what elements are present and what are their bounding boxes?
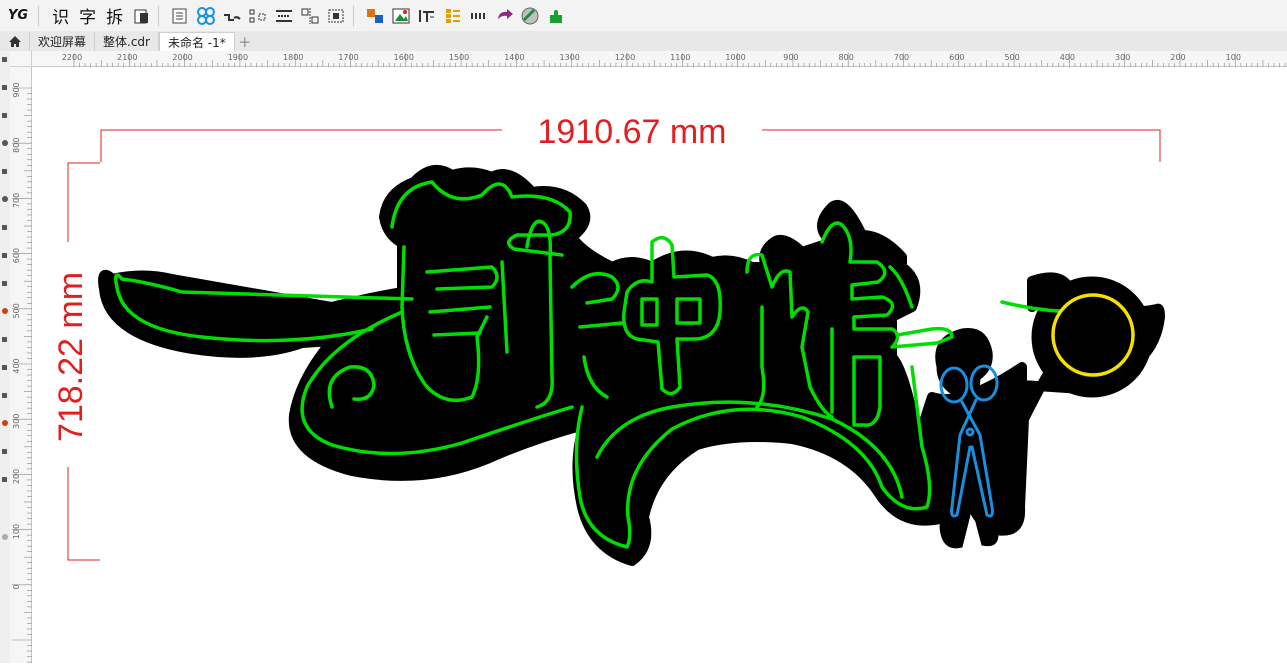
home-icon: [8, 36, 21, 47]
logo-black-base[interactable]: [98, 164, 1165, 566]
ruler-label: 700: [894, 53, 909, 62]
color-fill-icon[interactable]: [364, 5, 386, 27]
vertical-ruler[interactable]: 900 800 700 600 500 400 300 200 100 0: [10, 67, 32, 663]
height-dimension-label[interactable]: 718.22 mm: [52, 272, 90, 442]
ruler-label: 900: [12, 82, 21, 97]
recognize-button[interactable]: 识: [49, 4, 72, 28]
ruler-label: 800: [839, 53, 854, 62]
yg-logo-button[interactable]: YG: [4, 4, 32, 28]
ruler-label: 600: [949, 53, 964, 62]
dots-grid-icon[interactable]: [468, 5, 490, 27]
ruler-label: 1000: [725, 53, 745, 62]
tab-untitled[interactable]: 未命名 -1*: [158, 32, 235, 51]
ruler-label: 100: [12, 524, 21, 539]
ruler-label: 800: [12, 138, 21, 153]
ruler-corner[interactable]: [10, 51, 32, 67]
ruler-label: 100: [1226, 53, 1241, 62]
ruler-label: 200: [12, 469, 21, 484]
ruler-label: 500: [12, 303, 21, 318]
doc-list-icon[interactable]: [169, 5, 191, 27]
ruler-label: 2100: [117, 53, 137, 62]
home-tab[interactable]: [0, 32, 30, 51]
text-button[interactable]: 字: [76, 4, 99, 28]
document-tabs: 欢迎屏幕 整体.cdr 未命名 -1* +: [0, 31, 1287, 52]
ruler-label: 300: [12, 414, 21, 429]
puzzle-icon[interactable]: [546, 5, 568, 27]
horizontal-ruler[interactable]: 2200 2100 2000 1900 1800 1700 1600 1500 1400 1300…: [32, 51, 1287, 67]
ruler-label: 300: [1115, 53, 1130, 62]
align-icon[interactable]: [273, 5, 295, 27]
select-frame-icon[interactable]: [325, 5, 347, 27]
ruler-label: 1700: [338, 53, 358, 62]
ruler-label: 1800: [283, 53, 303, 62]
ruler-label: 2000: [172, 53, 192, 62]
toolbar-divider: [353, 5, 355, 26]
toolbar-divider: [158, 5, 160, 26]
ruler-label: 900: [783, 53, 798, 62]
artwork: 1910.67 mm 718.22 mm: [52, 113, 1165, 566]
bullet-list-icon[interactable]: [442, 5, 464, 27]
ruler-label: 500: [1004, 53, 1019, 62]
ruler-label: 2200: [62, 53, 82, 62]
ruler-label: 1100: [670, 53, 690, 62]
width-dimension-label[interactable]: 1910.67 mm: [538, 113, 727, 151]
ruler-label: 1200: [615, 53, 635, 62]
tab-welcome[interactable]: 欢迎屏幕: [30, 32, 96, 51]
split-button[interactable]: 拆: [103, 4, 126, 28]
ruler-label: 400: [1060, 53, 1075, 62]
vertical-ruler-ticks: 900 800 700 600 500 400 300 200 100 0: [12, 82, 32, 663]
tab-file-whole[interactable]: 整体.cdr: [95, 32, 159, 51]
add-tab-button[interactable]: +: [235, 32, 255, 51]
ruler-label: 1900: [228, 53, 248, 62]
ruler-label: 1400: [504, 53, 524, 62]
image-frame-icon[interactable]: [390, 5, 412, 27]
text-align-icon[interactable]: [416, 5, 438, 27]
ruler-label: 700: [12, 193, 21, 208]
ruler-label: 400: [12, 358, 21, 373]
pattern-icon[interactable]: [195, 5, 217, 27]
ruler-label: 0: [12, 584, 21, 589]
yellow-ring-circle[interactable]: [1051, 293, 1135, 377]
drawing-canvas[interactable]: 1910.67 mm 718.22 mm: [32, 67, 1287, 663]
undo-arrow-icon[interactable]: [494, 5, 516, 27]
clipboard-icon[interactable]: [130, 5, 152, 27]
ruler-label: 200: [1170, 53, 1185, 62]
curve-icon[interactable]: [221, 5, 243, 27]
ruler-label: 1300: [560, 53, 580, 62]
distribute-icon[interactable]: [299, 5, 321, 27]
node-icon[interactable]: [247, 5, 269, 27]
horizontal-ruler-ticks: 2200 2100 2000 1900 1800 1700 1600 1500 1400 1300…: [62, 53, 1286, 67]
ruler-label: 1500: [449, 53, 469, 62]
top-toolbar: YG 识 字 拆: [0, 0, 1287, 32]
ruler-label: 1600: [394, 53, 414, 62]
toolbox-icons: [2, 57, 8, 540]
ruler-label: 600: [12, 248, 21, 263]
globe-pen-icon[interactable]: [520, 5, 542, 27]
toolbar-divider: [38, 5, 40, 26]
